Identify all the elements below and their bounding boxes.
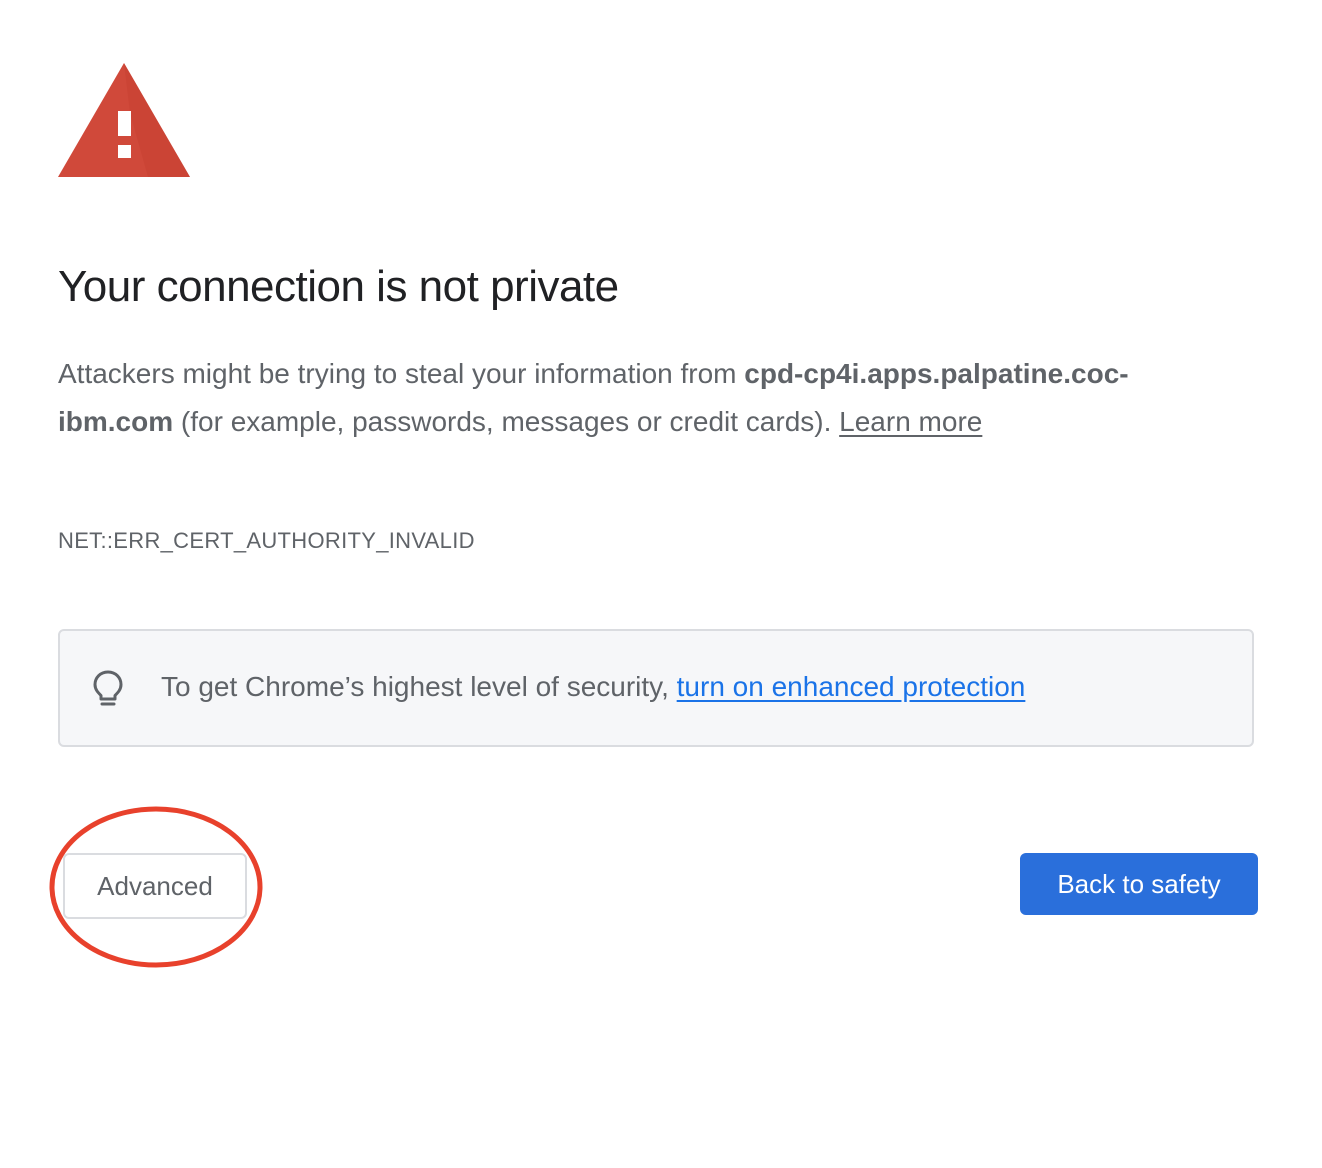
error-explanation: Attackers might be trying to steal your … <box>58 350 1218 446</box>
page-title: Your connection is not private <box>58 262 619 311</box>
back-to-safety-button[interactable]: Back to safety <box>1020 853 1258 915</box>
explanation-prefix: Attackers might be trying to steal your … <box>58 358 745 389</box>
advanced-button[interactable]: Advanced <box>63 853 247 919</box>
promo-text: To get Chrome’s highest level of securit… <box>161 671 1025 703</box>
promo-message: To get Chrome’s highest level of securit… <box>161 671 677 702</box>
explanation-suffix: (for example, passwords, messages or cre… <box>173 406 840 437</box>
lightbulb-icon <box>93 670 123 706</box>
error-code: NET::ERR_CERT_AUTHORITY_INVALID <box>58 528 475 553</box>
warning-triangle-icon <box>58 63 190 177</box>
learn-more-link[interactable]: Learn more <box>839 406 982 437</box>
enhanced-protection-promo: To get Chrome’s highest level of securit… <box>58 629 1254 747</box>
enhanced-protection-link[interactable]: turn on enhanced protection <box>677 671 1026 702</box>
